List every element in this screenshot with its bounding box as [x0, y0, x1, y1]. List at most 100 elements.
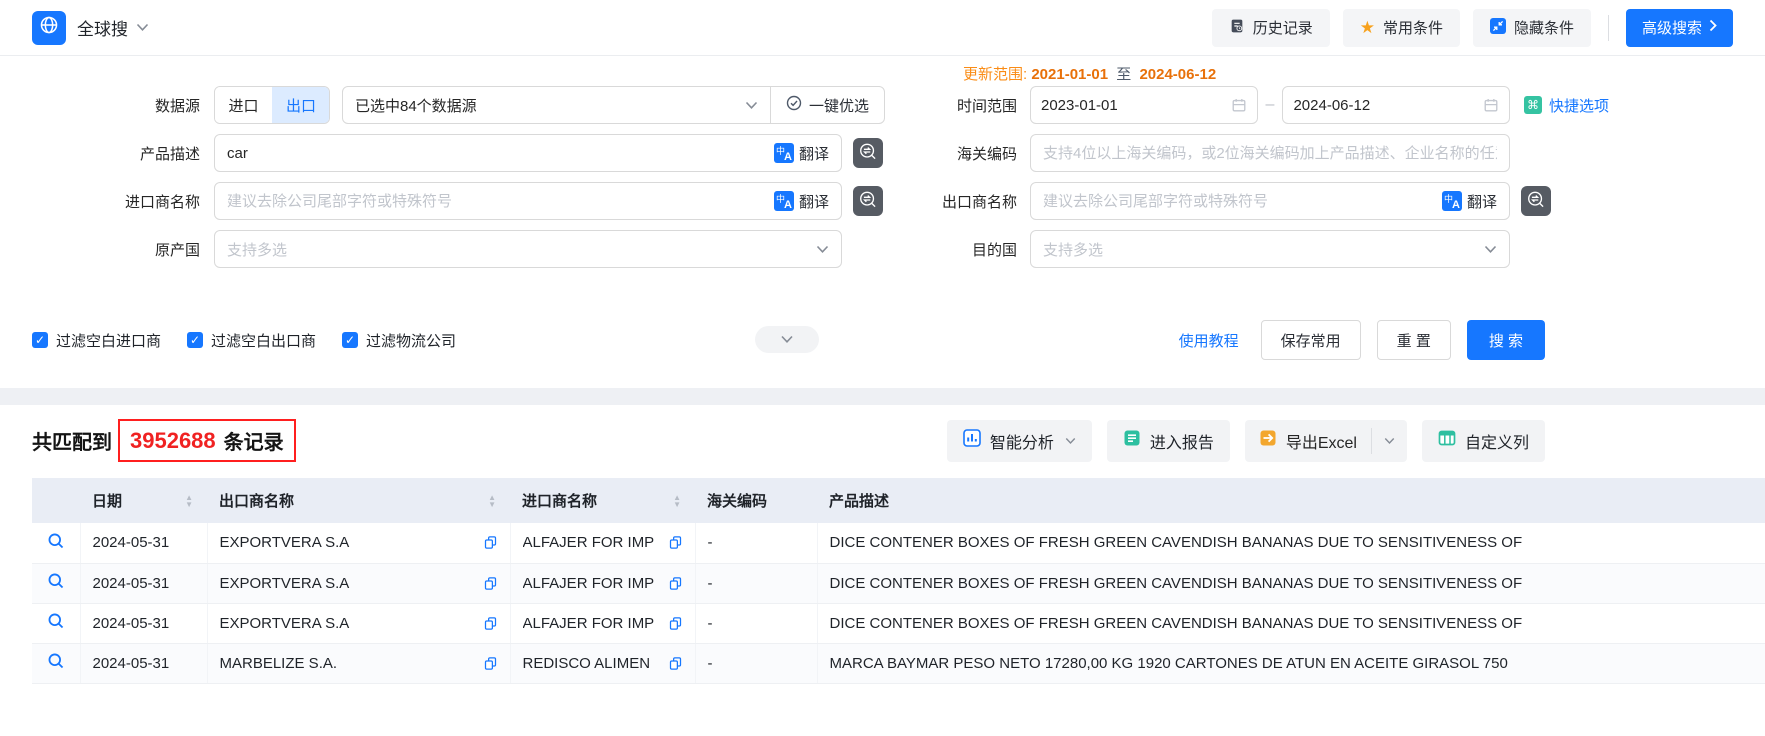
translate-button[interactable]: 中A 翻译 — [774, 191, 829, 212]
product-desc-label: 产品描述 — [32, 143, 200, 164]
exporter-name-field: 中A 翻译 — [1030, 182, 1510, 220]
origin-country-select[interactable]: 支持多选 — [214, 230, 842, 268]
row-search-icon[interactable] — [47, 572, 65, 590]
table-row[interactable]: 2024-05-31MARBELIZE S.A.REDISCO ALIMEN-M… — [32, 643, 1765, 683]
search-button[interactable]: 搜 索 — [1467, 320, 1545, 360]
checkbox-label: 过滤空白出口商 — [211, 330, 316, 351]
hide-conditions-label: 隐藏条件 — [1514, 17, 1574, 38]
sort-icon[interactable]: ▲▼ — [488, 494, 496, 508]
app-chevron-down-icon[interactable] — [136, 23, 149, 32]
sort-icon[interactable]: ▲▼ — [673, 494, 681, 508]
custom-columns-button[interactable]: 自定义列 — [1422, 420, 1545, 462]
translate-button[interactable]: 中A 翻译 — [1442, 191, 1497, 212]
data-source-label: 数据源 — [32, 95, 200, 116]
copy-icon[interactable] — [483, 535, 498, 550]
hide-conditions-button[interactable]: 隐藏条件 — [1473, 9, 1591, 47]
results-table-wrap: 日期▲▼出口商名称▲▼进口商名称▲▼海关编码产品描述 2024-05-31EXP… — [32, 478, 1765, 684]
chevron-down-icon — [816, 245, 829, 254]
app-title: 全球搜 — [77, 15, 128, 40]
importer-name-field: 中A 翻译 — [214, 182, 842, 220]
export-tab[interactable]: 出口 — [272, 87, 329, 123]
table-row[interactable]: 2024-05-31EXPORTVERA S.AALFAJER FOR IMP-… — [32, 603, 1765, 643]
destination-country-select[interactable]: 支持多选 — [1030, 230, 1510, 268]
tutorial-link[interactable]: 使用教程 — [1179, 330, 1239, 351]
destination-country-label: 目的国 — [897, 239, 1017, 260]
synonym-search-button[interactable] — [853, 186, 883, 216]
copy-icon[interactable] — [668, 616, 683, 631]
checkbox-label: 过滤空白进口商 — [56, 330, 161, 351]
table-row[interactable]: 2024-05-31EXPORTVERA S.AALFAJER FOR IMP-… — [32, 563, 1765, 603]
copy-icon[interactable] — [668, 576, 683, 591]
hs-code-input[interactable] — [1043, 145, 1497, 162]
column-header[interactable]: 进口商名称▲▼ — [510, 478, 695, 523]
column-label: 产品描述 — [829, 490, 889, 511]
one-click-optimize-button[interactable]: 一键优选 — [771, 87, 884, 123]
row-search-icon[interactable] — [47, 532, 65, 550]
export-excel-button[interactable]: 导出Excel — [1245, 420, 1371, 462]
end-date-input[interactable]: 2024-06-12 — [1282, 86, 1510, 124]
end-date-value: 2024-06-12 — [1293, 97, 1370, 114]
start-date-input[interactable]: 2023-01-01 — [1030, 86, 1258, 124]
sort-icon[interactable]: ▲▼ — [185, 494, 193, 508]
copy-icon[interactable] — [483, 656, 498, 671]
cell-hscode: - — [695, 643, 817, 683]
synonym-search-button[interactable] — [1521, 186, 1551, 216]
copy-icon[interactable] — [668, 535, 683, 550]
section-divider — [0, 388, 1765, 405]
history-button[interactable]: 历史记录 — [1212, 9, 1330, 47]
copy-icon[interactable] — [483, 576, 498, 591]
checkbox-label: 过滤物流公司 — [366, 330, 456, 351]
table-body: 2024-05-31EXPORTVERA S.AALFAJER FOR IMP-… — [32, 523, 1765, 683]
columns-grid-icon — [1438, 429, 1456, 452]
product-desc-field: 中A 翻译 — [214, 134, 842, 172]
filter-blank-importer-checkbox[interactable]: ✓ 过滤空白进口商 — [32, 330, 161, 351]
cell-product: DICE CONTENER BOXES OF FRESH GREEN CAVEN… — [817, 563, 1765, 603]
importer-name-input[interactable] — [227, 193, 766, 210]
chevron-down-icon — [745, 101, 758, 110]
translate-button[interactable]: 中A 翻译 — [774, 143, 829, 164]
exporter-name-input[interactable] — [1043, 193, 1434, 210]
reset-button[interactable]: 重 置 — [1377, 320, 1451, 360]
import-tab[interactable]: 进口 — [215, 87, 272, 123]
column-header[interactable]: 日期▲▼ — [80, 478, 207, 523]
custom-columns-label: 自定义列 — [1465, 429, 1529, 453]
row-search-icon[interactable] — [47, 612, 65, 630]
hs-code-field — [1030, 134, 1510, 172]
filter-blank-exporter-checkbox[interactable]: ✓ 过滤空白出口商 — [187, 330, 316, 351]
synonym-search-button[interactable] — [853, 138, 883, 168]
cell-product: DICE CONTENER BOXES OF FRESH GREEN CAVEN… — [817, 523, 1765, 563]
copy-icon[interactable] — [483, 616, 498, 631]
cell-product: DICE CONTENER BOXES OF FRESH GREEN CAVEN… — [817, 603, 1765, 643]
advanced-search-button[interactable]: 高级搜索 — [1626, 9, 1733, 47]
product-desc-input[interactable] — [227, 145, 766, 162]
cell-hscode: - — [695, 563, 817, 603]
quick-options-label: 快捷选项 — [1549, 95, 1609, 116]
update-range-to: 至 — [1116, 66, 1131, 83]
chevron-down-icon — [1484, 245, 1497, 254]
collapse-form-button[interactable] — [755, 326, 819, 353]
search-form: 更新范围: 2021-01-01 至 2024-06-12 数据源 进口 出口 … — [0, 56, 1765, 388]
translate-label: 翻译 — [799, 143, 829, 164]
chevron-down-icon — [1065, 437, 1076, 445]
divider — [1608, 15, 1609, 41]
cell-exporter: EXPORTVERA S.A — [207, 603, 510, 643]
row-search-icon[interactable] — [47, 652, 65, 670]
export-options-button[interactable] — [1372, 420, 1407, 462]
bi-chart-icon — [963, 429, 981, 452]
swap-search-icon — [1526, 190, 1546, 213]
cell-hscode: - — [695, 523, 817, 563]
smart-analysis-button[interactable]: 智能分析 — [947, 420, 1092, 462]
swap-search-icon — [858, 190, 878, 213]
copy-icon[interactable] — [668, 656, 683, 671]
start-date-value: 2023-01-01 — [1041, 97, 1118, 114]
save-common-button[interactable]: 保存常用 — [1261, 320, 1361, 360]
enter-report-button[interactable]: 进入报告 — [1107, 420, 1230, 462]
filter-logistics-checkbox[interactable]: ✓ 过滤物流公司 — [342, 330, 456, 351]
table-row[interactable]: 2024-05-31EXPORTVERA S.AALFAJER FOR IMP-… — [32, 523, 1765, 563]
favorites-button[interactable]: ★ 常用条件 — [1343, 9, 1460, 47]
column-header[interactable]: 出口商名称▲▼ — [207, 478, 510, 523]
match-count-title: 共匹配到 3952688 条记录 — [32, 419, 296, 462]
data-source-select[interactable]: 已选中84个数据源 — [343, 87, 770, 123]
quick-options-button[interactable]: ⌘ 快捷选项 — [1524, 95, 1609, 116]
export-excel-label: 导出Excel — [1286, 429, 1357, 453]
